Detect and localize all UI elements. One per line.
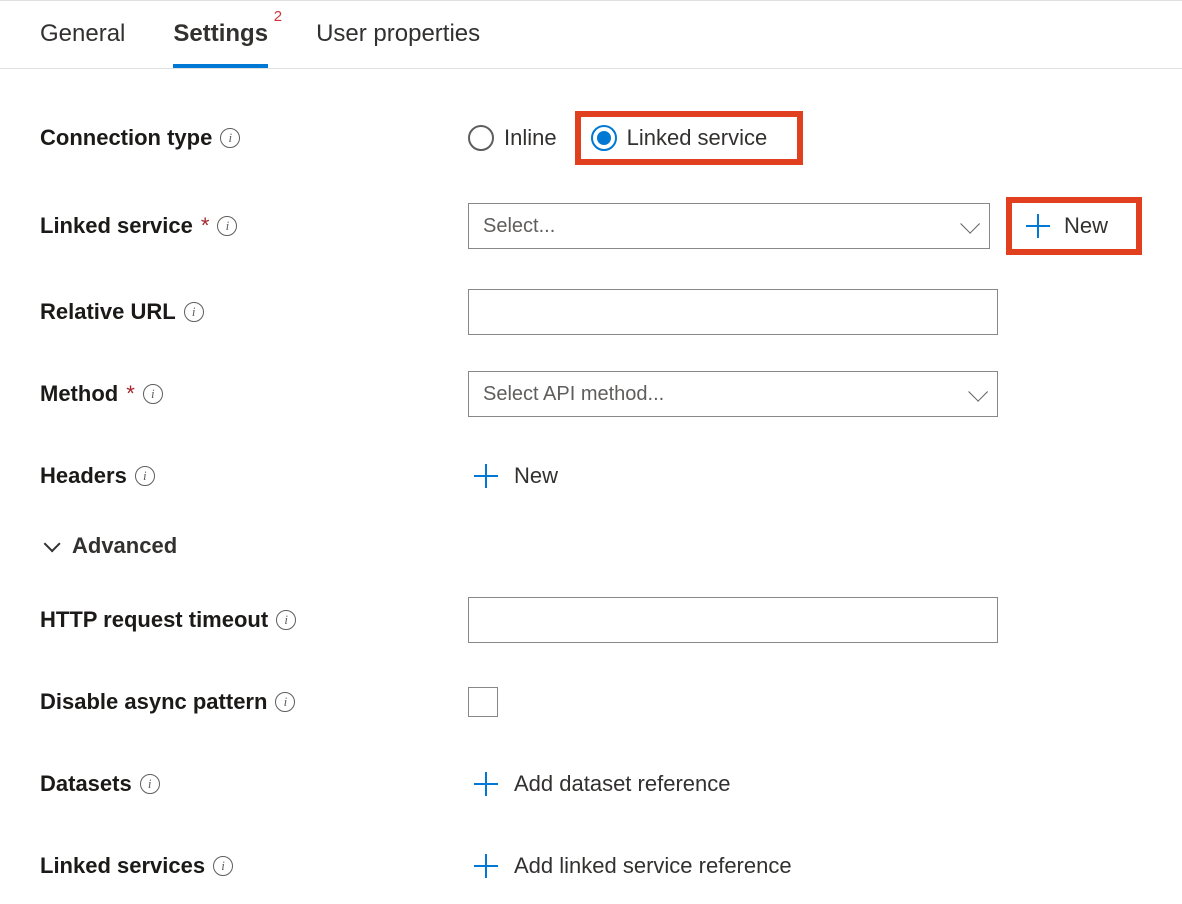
plus-icon (1026, 214, 1050, 238)
radio-linked-service-label: Linked service (627, 125, 768, 151)
headers-new-button[interactable]: New (468, 463, 558, 489)
info-icon[interactable]: i (213, 856, 233, 876)
new-linked-service-button[interactable]: New (1016, 207, 1124, 245)
plus-icon (474, 464, 498, 488)
required-marker: * (201, 213, 210, 239)
radio-circle-icon (468, 125, 494, 151)
radio-circle-icon (591, 125, 617, 151)
datasets-label: Datasets (40, 771, 132, 797)
method-label: Method (40, 381, 118, 407)
radio-inline-label: Inline (504, 125, 557, 151)
info-icon[interactable]: i (143, 384, 163, 404)
linked-service-select[interactable]: Select... (468, 203, 990, 249)
info-icon[interactable]: i (140, 774, 160, 794)
tab-user-properties[interactable]: User properties (316, 2, 480, 68)
plus-icon (474, 772, 498, 796)
tab-settings-badge: 2 (274, 8, 282, 25)
headers-new-label: New (514, 463, 558, 489)
relative-url-input[interactable] (468, 289, 998, 335)
method-select-placeholder: Select API method... (483, 383, 664, 406)
add-linked-service-label: Add linked service reference (514, 853, 792, 879)
advanced-toggle[interactable]: Advanced (40, 533, 1142, 559)
chevron-down-icon (968, 382, 988, 402)
advanced-label: Advanced (72, 533, 177, 559)
info-icon[interactable]: i (135, 466, 155, 486)
highlight-linked-service: Linked service (575, 111, 804, 165)
connection-type-label: Connection type (40, 125, 212, 151)
linked-service-label: Linked service (40, 213, 193, 239)
method-select[interactable]: Select API method... (468, 371, 998, 417)
settings-form: Connection type i Inline Linked service (0, 69, 1182, 891)
highlight-new-button: New (1006, 197, 1142, 255)
linked-service-select-placeholder: Select... (483, 215, 555, 238)
disable-async-checkbox[interactable] (468, 687, 498, 717)
tab-settings-label: Settings (173, 20, 268, 47)
new-button-label: New (1064, 213, 1108, 239)
required-marker: * (126, 381, 135, 407)
info-icon[interactable]: i (220, 128, 240, 148)
add-linked-service-button[interactable]: Add linked service reference (468, 853, 792, 879)
tab-general[interactable]: General (40, 2, 125, 68)
chevron-down-icon (960, 214, 980, 234)
radio-linked-service[interactable]: Linked service (591, 125, 768, 151)
http-timeout-label: HTTP request timeout (40, 607, 268, 633)
disable-async-label: Disable async pattern (40, 689, 267, 715)
info-icon[interactable]: i (276, 610, 296, 630)
http-timeout-input[interactable] (468, 597, 998, 643)
relative-url-label: Relative URL (40, 299, 176, 325)
radio-inline[interactable]: Inline (468, 125, 557, 151)
add-dataset-label: Add dataset reference (514, 771, 730, 797)
headers-label: Headers (40, 463, 127, 489)
tabs-bar: General Settings 2 User properties (0, 1, 1182, 69)
linked-services-label: Linked services (40, 853, 205, 879)
info-icon[interactable]: i (217, 216, 237, 236)
plus-icon (474, 854, 498, 878)
tab-settings[interactable]: Settings 2 (173, 2, 268, 68)
connection-type-radio-group: Inline Linked service (468, 111, 803, 165)
info-icon[interactable]: i (275, 692, 295, 712)
info-icon[interactable]: i (184, 302, 204, 322)
chevron-down-icon (44, 535, 61, 552)
add-dataset-button[interactable]: Add dataset reference (468, 771, 730, 797)
